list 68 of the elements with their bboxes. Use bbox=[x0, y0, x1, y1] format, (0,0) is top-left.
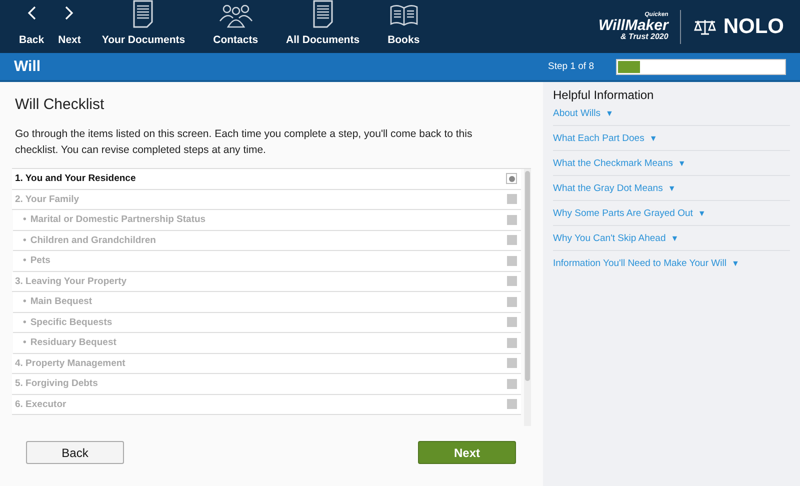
bullet: • bbox=[23, 255, 26, 266]
checklist-item[interactable]: Residuary Bequest bbox=[30, 337, 116, 348]
help-link[interactable]: Why Some Parts Are Grayed Out bbox=[553, 208, 693, 219]
caret-icon: ▼ bbox=[731, 259, 740, 268]
checkbox[interactable] bbox=[507, 317, 517, 328]
checklist-item[interactable]: Marital or Domestic Partnership Status bbox=[30, 214, 206, 226]
toolbar-button[interactable]: Contacts bbox=[199, 0, 272, 53]
bullet: • bbox=[23, 234, 26, 246]
logo-text: & Trust 2020 bbox=[620, 33, 668, 41]
help-link[interactable]: What the Checkmark Means bbox=[553, 158, 673, 169]
checklist-item[interactable]: 2. Your Family bbox=[15, 194, 80, 205]
checklist-item[interactable]: Pets bbox=[30, 255, 50, 266]
caret-icon: ▼ bbox=[670, 234, 679, 243]
bullet: • bbox=[23, 316, 26, 328]
checklist-item[interactable]: 5. Forgiving Debts bbox=[15, 378, 98, 390]
checkbox[interactable] bbox=[507, 296, 517, 307]
checklist-item[interactable]: 3. Leaving Your Property bbox=[15, 276, 127, 287]
checklist-title: Will Checklist bbox=[15, 96, 106, 113]
toolbar-button[interactable]: Books bbox=[374, 0, 434, 53]
logo-text: WillMaker bbox=[598, 18, 668, 33]
bullet: • bbox=[23, 214, 26, 226]
back-button[interactable]: Back bbox=[26, 441, 124, 464]
caret-icon: ▼ bbox=[678, 159, 686, 168]
checklist-item[interactable]: 4. Property Management bbox=[15, 358, 126, 369]
people-icon bbox=[218, 4, 254, 28]
bullet: • bbox=[23, 296, 26, 308]
checklist-item[interactable]: Children and Grandchildren bbox=[30, 234, 156, 246]
bullet: • bbox=[23, 337, 26, 348]
help-link[interactable]: Why You Can't Skip Ahead bbox=[553, 233, 666, 244]
forward-icon bbox=[64, 6, 74, 20]
toolbar-button[interactable]: Your Documents bbox=[88, 0, 200, 53]
checklist-item[interactable]: Specific Bequests bbox=[30, 316, 112, 328]
checklist-item[interactable]: 6. Executor bbox=[15, 398, 66, 410]
checkbox[interactable] bbox=[507, 378, 517, 389]
document-icon bbox=[132, 0, 154, 28]
checkbox[interactable] bbox=[507, 194, 517, 204]
logo-text: NOLO bbox=[723, 14, 784, 38]
checkbox[interactable] bbox=[507, 399, 517, 410]
page-title: Will bbox=[14, 58, 42, 75]
toolbar-button[interactable]: All Documents bbox=[272, 0, 374, 53]
book-icon bbox=[388, 4, 419, 28]
help-link[interactable]: What Each Part Does bbox=[553, 133, 644, 144]
checkbox[interactable] bbox=[507, 235, 517, 246]
scrollbar[interactable] bbox=[524, 169, 531, 426]
back-icon bbox=[26, 6, 37, 20]
caret-icon: ▼ bbox=[698, 209, 706, 218]
help-link[interactable]: About Wills bbox=[553, 108, 601, 119]
step-label: Step 1 of 8 bbox=[548, 61, 594, 72]
toolbar-button[interactable]: Next bbox=[51, 0, 88, 53]
checklist-item[interactable]: Main Bequest bbox=[30, 296, 92, 308]
checkbox[interactable] bbox=[507, 338, 517, 348]
intro-text: Go through the items listed on this screen. Each time you complete a step, you'll come back to this checklist. You can revise completed steps at any time. bbox=[15, 127, 474, 158]
scales-icon bbox=[693, 18, 718, 34]
help-title: Helpful Information bbox=[553, 88, 655, 102]
caret-icon: ▼ bbox=[606, 109, 614, 118]
caret-icon: ▼ bbox=[649, 134, 658, 143]
caret-icon: ▼ bbox=[668, 184, 676, 193]
help-link[interactable]: What the Gray Dot Means bbox=[553, 183, 663, 194]
checkbox[interactable] bbox=[506, 173, 517, 184]
checkbox[interactable] bbox=[507, 256, 517, 266]
checkbox[interactable] bbox=[507, 358, 517, 368]
checklist-item[interactable]: 1. You and Your Residence bbox=[15, 173, 136, 184]
toolbar-button[interactable]: Back bbox=[12, 0, 52, 53]
next-button[interactable]: Next bbox=[418, 441, 516, 464]
checkbox[interactable] bbox=[507, 214, 517, 225]
document-icon bbox=[312, 0, 334, 28]
checkbox[interactable] bbox=[507, 276, 517, 286]
help-link[interactable]: Information You'll Need to Make Your Will bbox=[553, 258, 726, 269]
